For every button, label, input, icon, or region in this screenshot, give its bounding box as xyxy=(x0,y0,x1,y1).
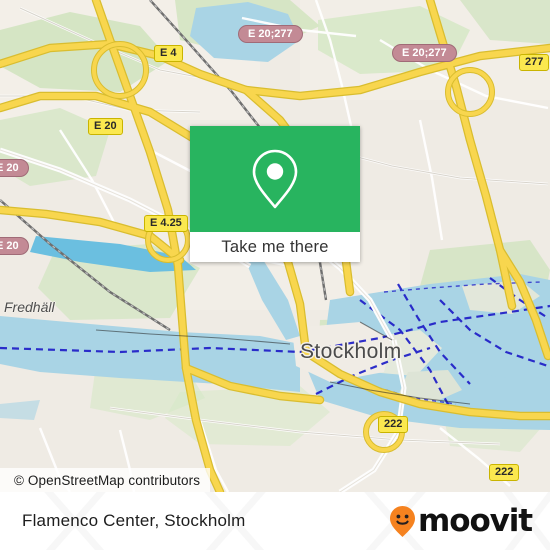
place-title: Flamenco Center, Stockholm xyxy=(22,511,246,530)
moovit-wordmark: moovit xyxy=(418,502,533,539)
city-label-stockholm: Stockholm xyxy=(300,340,402,363)
road-shield-277: 277 xyxy=(519,54,550,71)
road-shield-e425: E 4.25 xyxy=(144,215,188,232)
attribution-text: © OpenStreetMap contributors xyxy=(14,472,201,488)
take-me-there-card[interactable]: Take me there xyxy=(190,126,360,262)
road-shield-e20-top: E 20 xyxy=(88,118,123,135)
road-shield-e4: E 4 xyxy=(154,45,183,62)
take-me-there-label[interactable]: Take me there xyxy=(190,232,360,262)
card-icon-area xyxy=(190,126,360,232)
moovit-map-page: E 20;277 E 20;277 E 20 E 20 E 4 E 20 E 4… xyxy=(0,0,550,550)
map-attribution[interactable]: © OpenStreetMap contributors xyxy=(0,468,211,492)
road-pill-e20-277-top: E 20;277 xyxy=(238,25,303,43)
moovit-logo[interactable]: moovit xyxy=(389,502,533,539)
road-pill-e20-left-upper: E 20 xyxy=(0,159,29,177)
road-shield-222-lower: 222 xyxy=(489,464,520,481)
road-pill-e20-left-lower: E 20 xyxy=(0,237,29,255)
road-shield-222-upper: 222 xyxy=(378,416,409,433)
district-label-fredhall: Fredhäll xyxy=(4,299,55,315)
footer-bar: Flamenco Center, Stockholm moovit xyxy=(0,492,550,550)
road-pill-e20-277-right: E 20;277 xyxy=(392,44,457,62)
moovit-smiley-pin-icon xyxy=(390,505,416,537)
map-pin-icon xyxy=(252,149,298,209)
